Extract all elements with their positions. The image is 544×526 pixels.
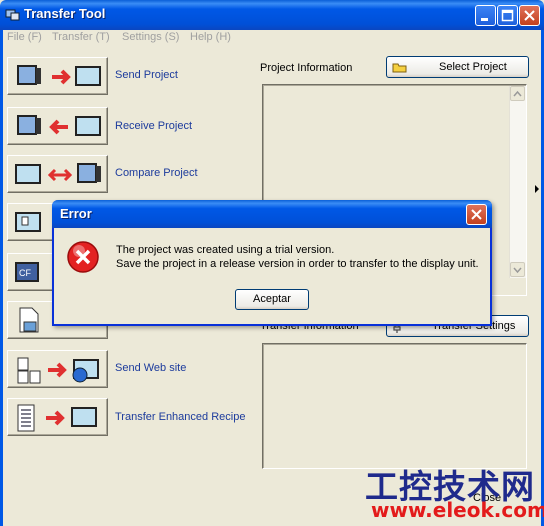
maximize-button[interactable] [497,5,518,26]
aceptar-button[interactable]: Aceptar [235,289,309,310]
folder-icon [392,61,408,76]
compare-project-button[interactable] [7,155,108,193]
scroll-down-button[interactable] [510,262,525,277]
error-message-line-1: The project was created using a trial ve… [116,244,335,256]
minimize-button[interactable] [475,5,496,26]
menu-help[interactable]: Help (H) [190,31,231,43]
tool-label-compare-project[interactable]: Compare Project [115,167,198,179]
error-dialog-close-button[interactable] [466,204,487,225]
receive-project-button[interactable] [7,107,108,145]
chevron-down-icon [511,267,524,279]
tool-label-send-web-site[interactable]: Send Web site [115,362,186,374]
svg-text:CF: CF [19,268,31,278]
error-icon [66,240,100,277]
close-button[interactable] [519,5,540,26]
menu-file[interactable]: File (F) [7,31,42,43]
send-web-site-button[interactable] [7,350,108,388]
project-info-scrollbar[interactable] [509,86,526,278]
window-title: Transfer Tool [24,6,106,21]
select-project-label: Select Project [439,61,507,73]
menu-settings[interactable]: Settings (S) [122,31,179,43]
select-project-button[interactable]: Select Project [386,56,529,78]
chevron-up-icon [511,90,524,103]
tool-label-send-project[interactable]: Send Project [115,69,178,81]
menu-transfer[interactable]: Transfer (T) [52,31,110,43]
error-dialog-titlebar[interactable] [52,200,492,228]
error-dialog-title: Error [60,206,92,221]
error-message-line-2: Save the project in a release version in… [116,258,479,270]
tool-label-receive-project[interactable]: Receive Project [115,120,192,132]
send-project-button[interactable] [7,57,108,95]
transfer-tool-icon [5,7,20,22]
scroll-up-button[interactable] [510,86,525,101]
transfer-enhanced-recipe-button[interactable] [7,398,108,436]
transfer-information-box [262,343,527,469]
watermark-url: www.eleok.com [371,498,544,522]
tool-label-transfer-enhanced-recipe[interactable]: Transfer Enhanced Recipe [115,411,245,423]
project-information-label: Project Information [260,62,353,74]
expand-arrow-icon[interactable] [534,184,540,196]
